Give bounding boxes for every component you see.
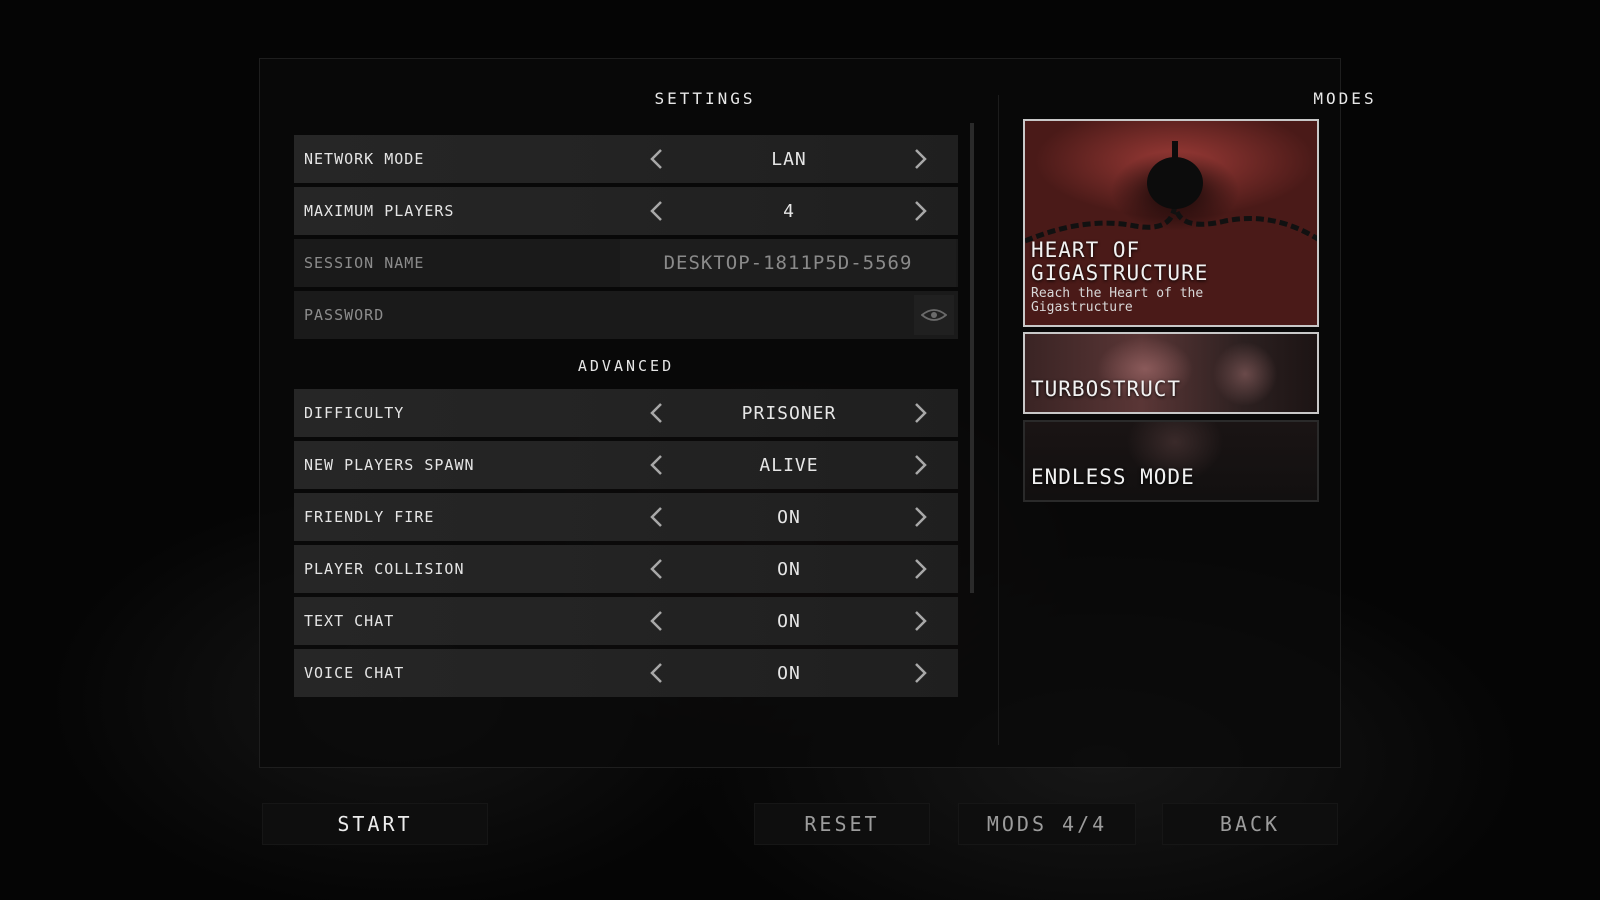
panel-divider <box>998 95 999 745</box>
mode-description: Reach the Heart of the Gigastructure <box>1031 286 1204 315</box>
setting-label: DIFFICULTY <box>304 404 405 422</box>
mode-title: TURBOSTRUCT <box>1031 377 1182 401</box>
chevron-right-icon[interactable] <box>909 502 933 532</box>
chevron-right-icon[interactable] <box>909 450 933 480</box>
setting-value: ON <box>777 506 801 528</box>
eye-icon[interactable] <box>914 295 954 335</box>
setting-label: MAXIMUM PLAYERS <box>304 202 455 220</box>
setting-label: NEW PLAYERS SPAWN <box>304 456 475 474</box>
setting-label: FRIENDLY FIRE <box>304 508 435 526</box>
setting-row-session-name: SESSION NAME DESKTOP-1811P5D-5569 <box>294 239 958 287</box>
chevron-right-icon[interactable] <box>909 606 933 636</box>
setting-label: TEXT CHAT <box>304 612 395 630</box>
reset-button[interactable]: RESET <box>754 803 930 845</box>
setting-value: 4 <box>783 200 795 222</box>
setting-row-player-collision: PLAYER COLLISION ON <box>294 545 958 593</box>
chevron-left-icon[interactable] <box>644 450 668 480</box>
setting-label: NETWORK MODE <box>304 150 425 168</box>
chevron-left-icon[interactable] <box>644 502 668 532</box>
mode-card-heart-of-gigastructure[interactable]: HEART OF GIGASTRUCTURE Reach the Heart o… <box>1023 119 1319 327</box>
setting-value: ON <box>777 662 801 684</box>
setting-label: VOICE CHAT <box>304 664 405 682</box>
chevron-left-icon[interactable] <box>644 398 668 428</box>
chevron-right-icon[interactable] <box>909 554 933 584</box>
setting-label: PLAYER COLLISION <box>304 560 465 578</box>
chevron-left-icon[interactable] <box>644 144 668 174</box>
setting-row-friendly-fire: FRIENDLY FIRE ON <box>294 493 958 541</box>
password-label: PASSWORD <box>304 306 385 324</box>
setting-row-password[interactable]: PASSWORD <box>294 291 958 339</box>
setting-value: LAN <box>771 148 807 170</box>
chevron-right-icon[interactable] <box>909 144 933 174</box>
mode-title: HEART OF GIGASTRUCTURE <box>1031 238 1209 285</box>
setting-value: ALIVE <box>759 454 819 476</box>
start-button[interactable]: START <box>262 803 488 845</box>
mods-button[interactable]: MODS 4/4 <box>958 803 1136 845</box>
advanced-header: ADVANCED <box>577 357 675 375</box>
lobby-panel: SETTINGS MODES NETWORK MODE LAN MAXIMUM … <box>259 58 1374 768</box>
mode-card-endless-mode[interactable]: ENDLESS MODE <box>1023 420 1319 502</box>
chevron-left-icon[interactable] <box>644 196 668 226</box>
setting-row-voice-chat: VOICE CHAT ON <box>294 649 958 697</box>
setting-value: ON <box>777 558 801 580</box>
chevron-left-icon[interactable] <box>644 606 668 636</box>
chain-art <box>1025 141 1317 244</box>
setting-row-new-players-spawn: NEW PLAYERS SPAWN ALIVE <box>294 441 958 489</box>
settings-scrollbar[interactable] <box>970 123 974 593</box>
chevron-right-icon[interactable] <box>909 398 933 428</box>
chevron-right-icon[interactable] <box>909 658 933 688</box>
mode-title: ENDLESS MODE <box>1031 465 1195 489</box>
modes-title: MODES <box>1313 89 1377 108</box>
chevron-left-icon[interactable] <box>644 554 668 584</box>
settings-list: NETWORK MODE LAN MAXIMUM PLAYERS 4 SESSI… <box>294 135 958 735</box>
back-button[interactable]: BACK <box>1162 803 1338 845</box>
chevron-left-icon[interactable] <box>644 658 668 688</box>
setting-row-difficulty: DIFFICULTY PRISONER <box>294 389 958 437</box>
setting-row-maximum-players: MAXIMUM PLAYERS 4 <box>294 187 958 235</box>
chevron-right-icon[interactable] <box>909 196 933 226</box>
session-name-label: SESSION NAME <box>304 254 425 272</box>
session-name-input[interactable]: DESKTOP-1811P5D-5569 <box>620 239 956 287</box>
setting-row-network-mode: NETWORK MODE LAN <box>294 135 958 183</box>
setting-value: PRISONER <box>741 402 837 424</box>
mode-card-turbostruct[interactable]: TURBOSTRUCT <box>1023 332 1319 414</box>
setting-row-text-chat: TEXT CHAT ON <box>294 597 958 645</box>
setting-value: ON <box>777 610 801 632</box>
